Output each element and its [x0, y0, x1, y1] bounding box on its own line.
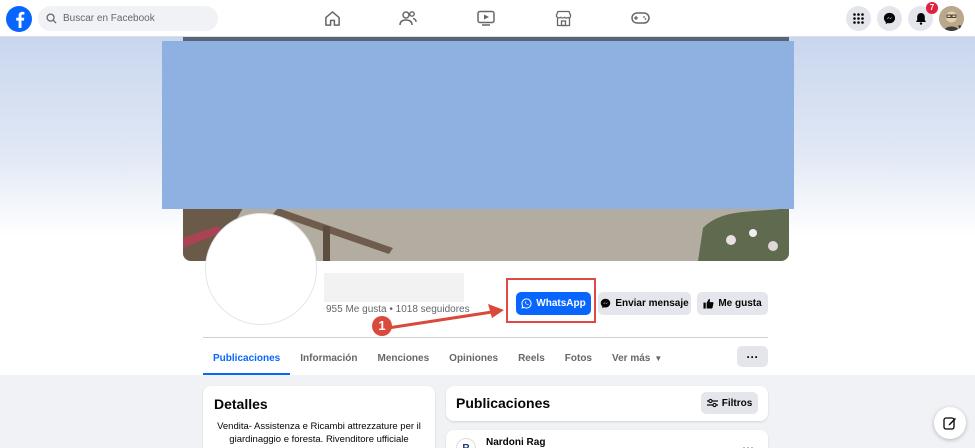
home-icon[interactable]: [322, 8, 342, 28]
details-card: Detalles Vendita- Assistenza e Ricambi a…: [203, 386, 435, 448]
notifications-badge: 7: [926, 2, 938, 14]
page-name-redaction: [324, 273, 464, 302]
filters-button[interactable]: Filtros: [701, 392, 758, 414]
search-placeholder: Buscar en Facebook: [63, 13, 155, 24]
menu-grid-icon[interactable]: [846, 6, 871, 31]
facebook-logo-icon[interactable]: [6, 6, 32, 32]
messenger-icon[interactable]: [877, 6, 902, 31]
tab-ver-mas[interactable]: Ver más ▼: [602, 341, 672, 375]
post-author-name[interactable]: Nardoni Rag: [486, 437, 545, 448]
friends-icon[interactable]: [398, 8, 418, 28]
thumbs-up-icon: [703, 298, 714, 309]
search-icon: [46, 13, 57, 24]
post-options-button[interactable]: ···: [742, 440, 754, 448]
posts-header-card: Publicaciones Filtros: [446, 386, 768, 421]
tab-informacion[interactable]: Información: [290, 341, 367, 375]
new-message-compose-button[interactable]: [934, 407, 966, 439]
send-message-label: Enviar mensaje: [615, 298, 689, 309]
tab-reels[interactable]: Reels: [508, 341, 555, 375]
caret-down-icon: ▼: [654, 353, 663, 363]
filters-label: Filtros: [721, 397, 753, 409]
tab-publicaciones[interactable]: Publicaciones: [203, 341, 291, 375]
annotation-step-badge: 1: [372, 316, 392, 336]
top-navigation-bar: Buscar en Facebook 7 ▾: [0, 0, 975, 37]
header-divider: [203, 337, 768, 338]
tabs-more-options-button[interactable]: ···: [737, 346, 768, 367]
tab-opiniones[interactable]: Opiniones: [439, 341, 508, 375]
search-bar[interactable]: Buscar en Facebook: [38, 6, 218, 31]
account-chevron-icon[interactable]: ▾: [958, 23, 962, 31]
tab-ver-mas-label: Ver más: [611, 352, 651, 364]
marketplace-icon[interactable]: [553, 8, 573, 28]
cover-photo-redaction: [162, 41, 794, 209]
messenger-icon: [601, 298, 611, 309]
post-card: R Nardoni Rag ···: [446, 430, 768, 448]
notifications-bell-icon[interactable]: 7: [908, 2, 938, 31]
post-author-avatar[interactable]: R: [456, 438, 476, 448]
profile-picture[interactable]: [205, 213, 317, 325]
video-icon[interactable]: [476, 8, 496, 28]
annotation-highlight-box: [506, 278, 596, 323]
tab-menciones[interactable]: Menciones: [367, 341, 439, 375]
sliders-icon: [706, 398, 718, 408]
send-message-button[interactable]: Enviar mensaje: [598, 292, 691, 315]
gaming-icon[interactable]: [630, 8, 650, 28]
like-page-button[interactable]: Me gusta: [697, 292, 768, 315]
profile-tabs: Publicaciones Información Menciones Opin…: [203, 341, 672, 375]
like-button-label: Me gusta: [718, 298, 762, 309]
tab-fotos[interactable]: Fotos: [555, 341, 602, 375]
details-description: Vendita- Assistenza e Ricambi attrezzatu…: [217, 421, 421, 445]
annotation-arrow: [387, 304, 504, 330]
compose-icon: [943, 417, 956, 430]
details-title: Detalles: [214, 396, 268, 412]
